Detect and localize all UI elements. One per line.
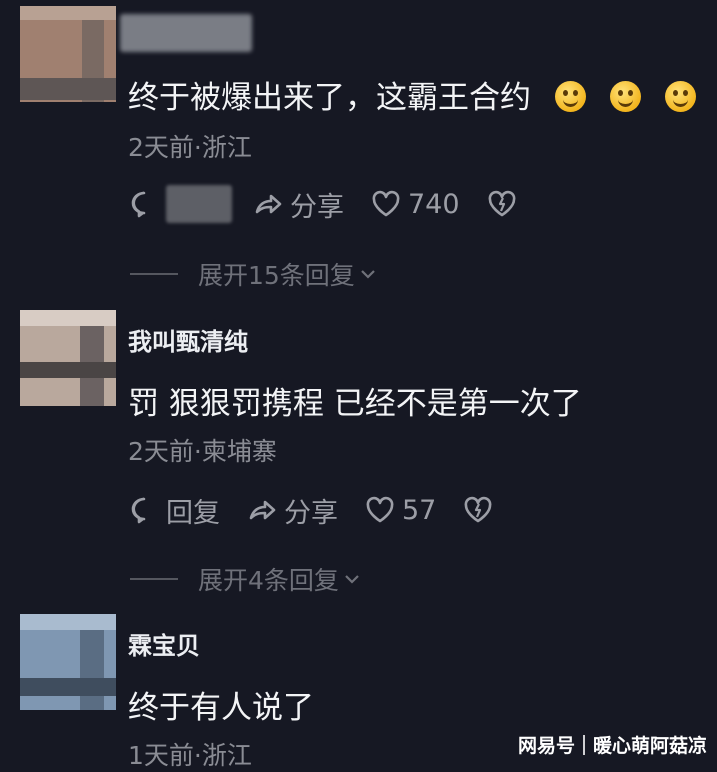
broken-heart-icon	[464, 496, 492, 523]
reply-button[interactable]: 回复	[128, 491, 220, 530]
share-button[interactable]: 分享	[246, 491, 338, 530]
like-count: 57	[402, 494, 437, 526]
comment-meta: 2天前·柬埔寨	[128, 437, 277, 466]
avatar[interactable]	[20, 310, 116, 406]
smile-emoji-icon	[554, 81, 586, 112]
like-count: 740	[408, 188, 460, 220]
comment-text: 终于有人说了	[128, 690, 314, 726]
reply-button[interactable]	[128, 188, 166, 220]
like-button[interactable]: 57	[364, 494, 436, 526]
heart-icon	[366, 496, 394, 523]
expand-replies-button[interactable]: 展开4条回复	[130, 561, 363, 597]
comment-actions: 分享 740	[128, 184, 550, 224]
share-button[interactable]: 分享	[252, 185, 344, 224]
expand-label: 展开4条回复	[198, 566, 339, 595]
comment-bubble-icon	[131, 497, 146, 524]
username[interactable]: 我叫甄清纯	[128, 322, 248, 357]
dislike-button[interactable]	[462, 494, 500, 526]
comment-text: 终于被爆出来了，这霸王合约	[128, 72, 696, 117]
comment-bubble-icon	[131, 191, 146, 218]
watermark: 网易号 暖心萌阿菇凉	[518, 731, 707, 758]
share-arrow-icon	[249, 500, 276, 520]
smile-emoji-icon	[609, 81, 641, 112]
avatar[interactable]	[20, 6, 116, 102]
username[interactable]: 霖宝贝	[128, 626, 200, 661]
like-button[interactable]: 740	[370, 188, 460, 220]
comment-meta: 1天前·浙江	[128, 741, 252, 770]
comment-actions: 回复 分享 57	[128, 490, 526, 530]
chevron-down-icon	[345, 575, 359, 584]
comment-meta: 2天前·浙江	[128, 133, 252, 162]
share-label: 分享	[284, 497, 338, 529]
dislike-button[interactable]	[486, 188, 524, 220]
divider-line	[130, 273, 178, 275]
comment-text-content: 终于被爆出来了，这霸王合约	[128, 80, 531, 116]
watermark-author: 暖心萌阿菇凉	[592, 735, 707, 757]
share-arrow-icon	[255, 194, 282, 214]
reply-label: 回复	[166, 497, 220, 529]
reply-label-blurred	[166, 185, 232, 223]
chevron-down-icon	[361, 270, 375, 279]
divider-line	[130, 578, 178, 580]
expand-label: 展开15条回复	[198, 261, 355, 290]
username-blurred[interactable]	[120, 14, 252, 52]
smile-emoji-icon	[664, 81, 696, 112]
share-label: 分享	[290, 191, 344, 223]
watermark-brand: 网易号	[517, 735, 575, 757]
heart-icon	[372, 190, 400, 217]
expand-replies-button[interactable]: 展开15条回复	[130, 256, 379, 292]
avatar[interactable]	[20, 614, 116, 710]
watermark-separator	[582, 734, 585, 755]
comment-text: 罚 狠狠罚携程 已经不是第一次了	[128, 386, 582, 422]
broken-heart-icon	[488, 190, 515, 217]
